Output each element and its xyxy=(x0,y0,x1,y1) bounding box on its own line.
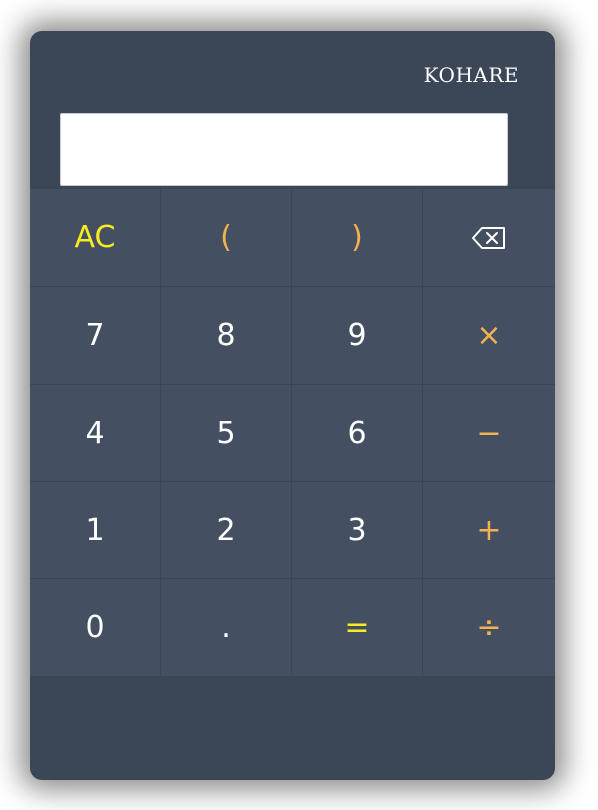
digit-3-button[interactable]: 3 xyxy=(292,482,423,579)
divide-button[interactable]: ÷ xyxy=(423,579,555,676)
display-input[interactable] xyxy=(60,113,508,186)
equals-button[interactable]: = xyxy=(292,579,423,676)
subtract-button[interactable]: − xyxy=(423,385,555,482)
digit-6-button[interactable]: 6 xyxy=(292,385,423,482)
close-paren-button[interactable]: ) xyxy=(292,189,423,287)
brand-label: KOHARE xyxy=(423,63,519,87)
digit-1-button[interactable]: 1 xyxy=(30,482,161,579)
keypad: AC ( ) 7 8 9 × 4 5 6 − 1 2 3 + 0 . = ÷ xyxy=(30,189,555,676)
digit-2-button[interactable]: 2 xyxy=(161,482,292,579)
digit-7-button[interactable]: 7 xyxy=(30,287,161,385)
digit-8-button[interactable]: 8 xyxy=(161,287,292,385)
digit-9-button[interactable]: 9 xyxy=(292,287,423,385)
multiply-button[interactable]: × xyxy=(423,287,555,385)
backspace-icon xyxy=(471,226,507,250)
backspace-button[interactable] xyxy=(423,189,555,287)
calculator: KOHARE AC ( ) 7 8 9 × 4 5 6 − 1 2 3 + 0 … xyxy=(30,31,555,780)
add-button[interactable]: + xyxy=(423,482,555,579)
digit-5-button[interactable]: 5 xyxy=(161,385,292,482)
digit-0-button[interactable]: 0 xyxy=(30,579,161,676)
open-paren-button[interactable]: ( xyxy=(161,189,292,287)
clear-button[interactable]: AC xyxy=(30,189,161,287)
decimal-button[interactable]: . xyxy=(161,579,292,676)
digit-4-button[interactable]: 4 xyxy=(30,385,161,482)
